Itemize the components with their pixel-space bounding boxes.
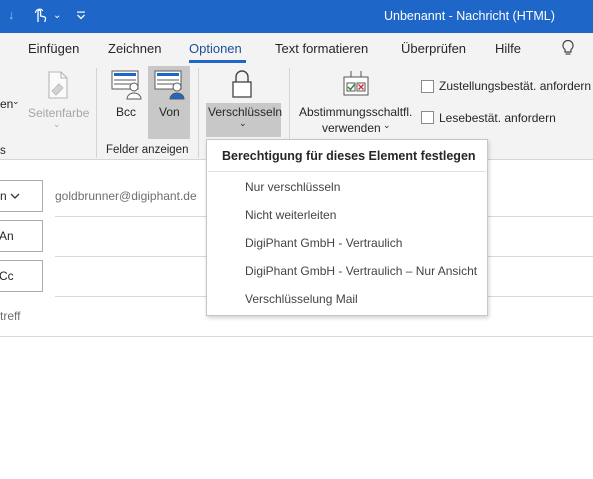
page-color-icon xyxy=(48,71,68,99)
page-color-chevron-icon: ⌄ xyxy=(53,119,61,129)
to-button[interactable]: An xyxy=(0,220,43,252)
voting-buttons-label-line2: verwenden xyxy=(322,121,381,135)
from-icon xyxy=(154,70,185,100)
title-bar: ↓ ⌄ Unbenannt - Nachricht (HTML) xyxy=(0,0,593,33)
tab-optionen[interactable]: Optionen xyxy=(189,41,242,56)
from-button-label: n xyxy=(0,189,7,203)
customize-qat-icon[interactable] xyxy=(76,11,86,20)
themes-chevron-icon: ⌄ xyxy=(12,96,20,106)
delivery-receipt-label: Zustellungsbestät. anfordern xyxy=(439,79,592,93)
tab-zeichnen[interactable]: Zeichnen xyxy=(108,41,161,56)
chevron-down-icon xyxy=(10,193,20,199)
encrypt-chevron-icon: ⌄ xyxy=(239,118,247,128)
window-title: Unbenannt - Nachricht (HTML) xyxy=(384,9,555,23)
voting-buttons-icon xyxy=(343,71,369,96)
voting-buttons-button[interactable]: Abstimmungsschaltfl. xyxy=(299,105,412,119)
ribbon-separator xyxy=(198,68,199,158)
touch-dropdown-chevron-icon[interactable]: ⌄ xyxy=(53,10,61,21)
themes-group-label: s xyxy=(0,145,6,157)
von-button[interactable]: Von xyxy=(159,105,180,119)
menu-item-do-not-forward[interactable]: Nicht weiterleiten xyxy=(245,208,336,222)
ribbon-separator xyxy=(96,68,97,158)
cc-button-label: Cc xyxy=(0,269,14,283)
menu-item-confidential-view-only[interactable]: DigiPhant GmbH - Vertraulich – Nur Ansic… xyxy=(245,264,477,278)
touch-mode-icon[interactable] xyxy=(32,7,48,25)
tab-einfuegen[interactable]: Einfügen xyxy=(28,41,79,56)
lock-icon xyxy=(232,70,252,98)
menu-item-encryption-mail[interactable]: Verschlüsselung Mail xyxy=(245,292,358,306)
read-receipt-label: Lesebestät. anfordern xyxy=(439,111,556,125)
menu-item-confidential[interactable]: DigiPhant GmbH - Vertraulich xyxy=(245,236,402,250)
lightbulb-icon[interactable] xyxy=(561,39,575,57)
delivery-receipt-checkbox[interactable] xyxy=(421,80,434,93)
ribbon-tabs: Einfügen Zeichnen Optionen Text formatie… xyxy=(0,33,593,63)
arrow-down-icon[interactable]: ↓ xyxy=(8,7,15,22)
encrypt-menu: Berechtigung für dieses Element festlege… xyxy=(206,139,488,316)
from-button[interactable]: n xyxy=(0,180,43,212)
tab-ueberpruefen[interactable]: Überprüfen xyxy=(401,41,466,56)
bcc-button[interactable]: Bcc xyxy=(116,105,136,119)
show-fields-group-label: Felder anzeigen xyxy=(106,144,189,156)
menu-separator xyxy=(208,171,486,172)
to-button-label: An xyxy=(0,229,14,243)
encrypt-button[interactable]: Verschlüsseln xyxy=(208,105,282,119)
from-address: goldbrunner@digiphant.de xyxy=(55,189,197,203)
read-receipt-checkbox[interactable] xyxy=(421,111,434,124)
tab-text-formatieren[interactable]: Text formatieren xyxy=(275,41,368,56)
subject-field-line[interactable] xyxy=(0,336,593,337)
menu-item-encrypt-only[interactable]: Nur verschlüsseln xyxy=(245,180,340,194)
voting-chevron-icon: ⌄ xyxy=(383,120,391,130)
encrypt-menu-header: Berechtigung für dieses Element festlege… xyxy=(222,149,476,163)
cc-button[interactable]: Cc xyxy=(0,260,43,292)
tab-hilfe[interactable]: Hilfe xyxy=(495,41,521,56)
page-color-button[interactable]: Seitenfarbe xyxy=(28,106,89,120)
bcc-icon xyxy=(111,70,142,100)
subject-label: treff xyxy=(0,309,21,323)
